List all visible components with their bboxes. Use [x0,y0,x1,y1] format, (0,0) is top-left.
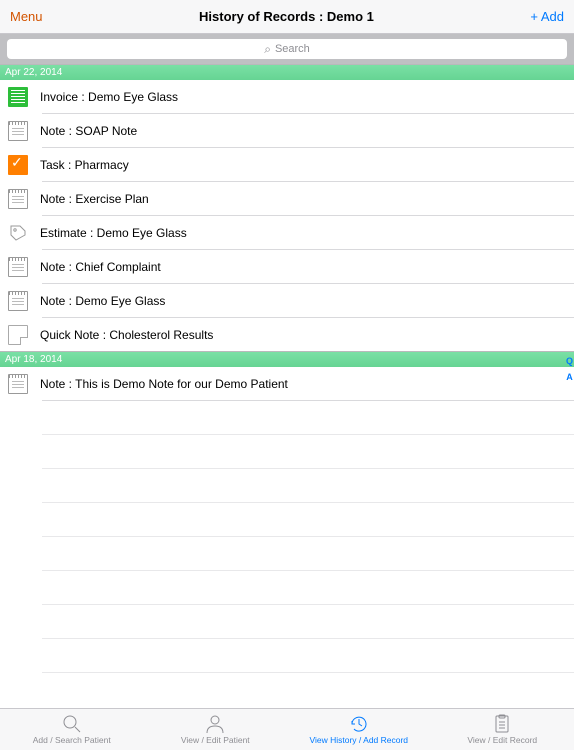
person-icon [204,714,226,734]
tab-bar: Add / Search Patient View / Edit Patient… [0,708,574,750]
note-icon [8,257,28,277]
side-index[interactable]: Q A [566,356,573,382]
record-label: Note : Demo Eye Glass [40,294,165,308]
page-title: History of Records : Demo 1 [199,9,374,24]
menu-button[interactable]: Menu [10,9,43,24]
list-item[interactable]: Note : This is Demo Note for our Demo Pa… [0,367,574,400]
list-item[interactable]: Quick Note : Cholesterol Results [0,318,574,351]
list-item[interactable]: Task : Pharmacy [0,148,574,181]
section-header: Apr 22, 2014 [0,64,574,80]
record-label: Note : SOAP Note [40,124,137,138]
tab-label: Add / Search Patient [33,735,111,745]
quick-note-icon [8,325,28,345]
list-item[interactable]: Invoice : Demo Eye Glass [0,80,574,113]
search-icon [61,714,83,734]
index-letter[interactable]: A [566,372,573,382]
section-header: Apr 18, 2014 [0,351,574,367]
search-input[interactable]: Search [7,39,567,59]
search-placeholder: Search [275,43,310,55]
note-icon [8,374,28,394]
record-label: Note : Exercise Plan [40,192,149,206]
invoice-icon [8,87,28,107]
note-icon [8,121,28,141]
add-button[interactable]: + Add [530,9,564,24]
record-label: Invoice : Demo Eye Glass [40,90,178,104]
record-label: Task : Pharmacy [40,158,129,172]
tab-view-history-add-record[interactable]: View History / Add Record [287,709,431,750]
search-icon [264,42,275,57]
tab-view-edit-record[interactable]: View / Edit Record [431,709,574,750]
list-item[interactable]: Note : Chief Complaint [0,250,574,283]
record-label: Note : Chief Complaint [40,260,161,274]
tab-label: View / Edit Patient [181,735,250,745]
tab-label: View History / Add Record [309,735,408,745]
empty-rows [0,434,574,673]
record-label: Estimate : Demo Eye Glass [40,226,187,240]
record-icon [491,714,513,734]
search-bar-container: Search [0,34,574,64]
estimate-icon [8,223,28,243]
list-item[interactable]: Note : Demo Eye Glass [0,284,574,317]
history-icon [348,714,370,734]
tab-add-search-patient[interactable]: Add / Search Patient [0,709,144,750]
list-item[interactable]: Note : Exercise Plan [0,182,574,215]
record-label: Note : This is Demo Note for our Demo Pa… [40,377,288,391]
task-icon [8,155,28,175]
record-label: Quick Note : Cholesterol Results [40,328,213,342]
header-bar: Menu History of Records : Demo 1 + Add [0,0,574,34]
tab-label: View / Edit Record [467,735,537,745]
note-icon [8,291,28,311]
note-icon [8,189,28,209]
list-item[interactable]: Estimate : Demo Eye Glass [0,216,574,249]
index-letter[interactable]: Q [566,356,573,366]
list-item[interactable]: Note : SOAP Note [0,114,574,147]
tab-view-edit-patient[interactable]: View / Edit Patient [144,709,288,750]
